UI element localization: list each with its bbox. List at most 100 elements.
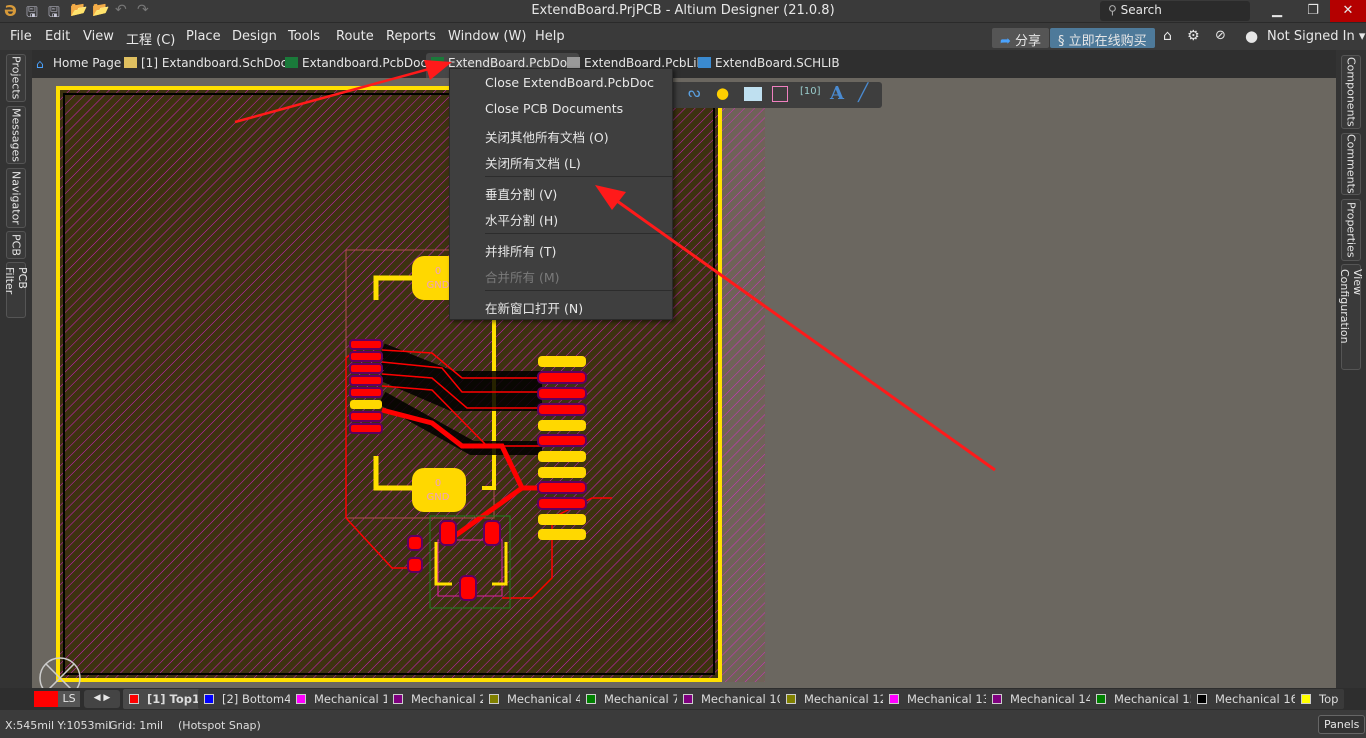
panel-tab-components[interactable]: Components	[1341, 55, 1361, 129]
place-line-icon[interactable]	[772, 86, 788, 102]
menu-help[interactable]: Help	[535, 29, 565, 44]
menu-file[interactable]: File	[10, 29, 32, 44]
document-tabs: ⌂ Home Page [1] Extandboard.SchDoc * Exta…	[0, 50, 1366, 78]
menu-item-close-all[interactable]: 关闭所有文档 (L)	[485, 153, 581, 172]
panel-tab-navigator[interactable]: Navigator	[6, 168, 26, 228]
menu-reports[interactable]: Reports	[386, 29, 436, 44]
pad-net: GND	[427, 280, 450, 291]
schlib-icon	[698, 57, 711, 68]
layer-set-button[interactable]: LS	[58, 691, 80, 707]
interactive-routing-icon[interactable]: ᔓ	[688, 85, 700, 101]
menu-item-split-horizontal[interactable]: 水平分割 (H)	[485, 210, 558, 229]
layer-tab[interactable]: Mechanical 1	[290, 689, 396, 709]
gnd-pad	[412, 468, 466, 512]
share-label: 分享	[1015, 34, 1042, 49]
layer-tab[interactable]: Mechanical 16	[1191, 689, 1304, 709]
panels-button[interactable]: Panels	[1318, 715, 1366, 734]
layer-color-swatch	[1096, 694, 1106, 704]
pcb-canvas[interactable]: 0 GND 0 GND	[32, 78, 1336, 688]
user-menu[interactable]: Not Signed In ▾	[1267, 29, 1365, 44]
layer-color-swatch	[129, 694, 139, 704]
layer-tab[interactable]: Mechanical 2	[387, 689, 493, 709]
place-component-icon[interactable]: [10]	[800, 86, 821, 97]
pcb-board: 0 GND 0 GND	[39, 86, 765, 688]
tab-context-menu: Close ExtendBoard.PcbDoc Close PCB Docum…	[449, 68, 673, 320]
menu-item-close-document[interactable]: Close ExtendBoard.PcbDoc	[485, 75, 654, 90]
menu-item-close-others[interactable]: 关闭其他所有文档 (O)	[485, 127, 609, 146]
home-icon[interactable]: ⌂	[1163, 28, 1172, 44]
pcb-icon	[285, 57, 298, 68]
minimize-button[interactable]: ▁	[1260, 0, 1294, 22]
layer-label: Top	[1319, 692, 1339, 706]
place-fill-icon[interactable]	[744, 87, 762, 101]
search-input[interactable]: ⚲ Search	[1100, 1, 1250, 21]
layer-tab[interactable]: Mechanical 7	[580, 689, 686, 709]
panel-tab-pcb[interactable]: PCB	[6, 231, 26, 259]
tab-extandboard-schdoc[interactable]: [1] Extandboard.SchDoc *	[124, 56, 297, 70]
panel-tab-view-configuration[interactable]: View Configuration	[1338, 264, 1364, 370]
menu-item-open-in-new-window[interactable]: 在新窗口打开 (N)	[485, 298, 583, 317]
layer-label: Mechanical 12	[804, 692, 887, 706]
notifications-off-icon[interactable]: ⊘	[1215, 28, 1226, 43]
menu-place[interactable]: Place	[186, 29, 221, 44]
layer-tab[interactable]: [2] Bottom4	[198, 689, 298, 709]
tab-home-page[interactable]: ⌂ Home Page	[36, 56, 122, 71]
schematic-icon	[124, 57, 137, 68]
panel-tab-messages[interactable]: Messages	[6, 106, 26, 164]
buy-label: 立即在线购买	[1068, 34, 1147, 49]
tab-label: Home Page	[53, 56, 122, 70]
share-button[interactable]: ➦ 分享	[992, 28, 1050, 49]
layer-tab[interactable]: Mechanical 4	[483, 689, 589, 709]
tab-extandboard-pcbdoc[interactable]: Extandboard.PcbDoc *	[285, 56, 437, 70]
pad-number: 0	[435, 266, 441, 277]
menu-separator	[485, 233, 672, 234]
place-line-tool-icon[interactable]: ╱	[858, 83, 868, 103]
keepout-strip	[720, 88, 765, 682]
tab-extendboard-schlib[interactable]: ExtendBoard.SCHLIB	[698, 56, 840, 70]
layer-color-swatch	[1197, 694, 1207, 704]
layer-tab[interactable]: Top	[1295, 689, 1345, 709]
restore-button[interactable]: ❐	[1296, 0, 1330, 22]
layer-color-swatch	[586, 694, 596, 704]
title-bar: Ə 🖫 🖫 📂 📂 ↶ ↷ ExtendBoard.PrjPCB - Altiu…	[0, 0, 1366, 22]
layer-tab[interactable]: Mechanical 10	[677, 689, 790, 709]
menu-item-tile-all[interactable]: 并排所有 (T)	[485, 241, 556, 260]
layer-tab[interactable]: Mechanical 12	[780, 689, 893, 709]
user-avatar-icon[interactable]: ●	[1245, 27, 1258, 45]
pcblib-icon	[567, 57, 580, 68]
menu-item-close-pcb-documents[interactable]: Close PCB Documents	[485, 101, 623, 116]
layer-tab[interactable]: Mechanical 15	[1090, 689, 1203, 709]
layer-label: [2] Bottom4	[222, 692, 292, 706]
user-label: Not Signed In	[1267, 29, 1355, 44]
home-icon: ⌂	[36, 57, 44, 71]
layer-tab[interactable]: Mechanical 13	[883, 689, 996, 709]
menu-design[interactable]: Design	[232, 29, 277, 44]
panel-tab-comments[interactable]: Comments	[1341, 133, 1361, 195]
panel-tab-properties[interactable]: Properties	[1341, 199, 1361, 261]
menu-project[interactable]: 工程 (C)	[126, 29, 175, 48]
gear-icon[interactable]: ⚙	[1187, 28, 1200, 44]
menu-route[interactable]: Route	[336, 29, 374, 44]
menu-edit[interactable]: Edit	[45, 29, 70, 44]
layer-tab[interactable]: Mechanical 14	[986, 689, 1099, 709]
menu-separator	[485, 176, 672, 177]
layer-label: Mechanical 1	[314, 692, 390, 706]
buy-online-button[interactable]: § 立即在线购买	[1050, 28, 1155, 49]
menu-tools[interactable]: Tools	[288, 29, 320, 44]
place-string-icon[interactable]: A	[830, 83, 844, 104]
layer-label: Mechanical 2	[411, 692, 487, 706]
panel-tab-projects[interactable]: Projects	[6, 54, 26, 102]
right-panel-strip: Components Comments Properties View Conf…	[1336, 50, 1366, 688]
panel-tab-pcb-filter[interactable]: PCB Filter	[3, 262, 29, 318]
close-button[interactable]: ✕	[1330, 0, 1366, 22]
layer-scroll-buttons[interactable]: ◀ ▶	[84, 690, 120, 708]
menu-item-split-vertical[interactable]: 垂直分割 (V)	[485, 184, 557, 203]
layer-label: Mechanical 10	[701, 692, 784, 706]
menu-item-merge-all: 合并所有 (M)	[485, 270, 560, 285]
menu-view[interactable]: View	[83, 29, 114, 44]
place-via-icon[interactable]: ●	[716, 84, 729, 102]
menu-window[interactable]: Window (W)	[448, 29, 526, 44]
layer-label: Mechanical 14	[1010, 692, 1093, 706]
current-layer-color	[34, 691, 58, 707]
layer-tab[interactable]: [1] Top1	[123, 689, 206, 709]
